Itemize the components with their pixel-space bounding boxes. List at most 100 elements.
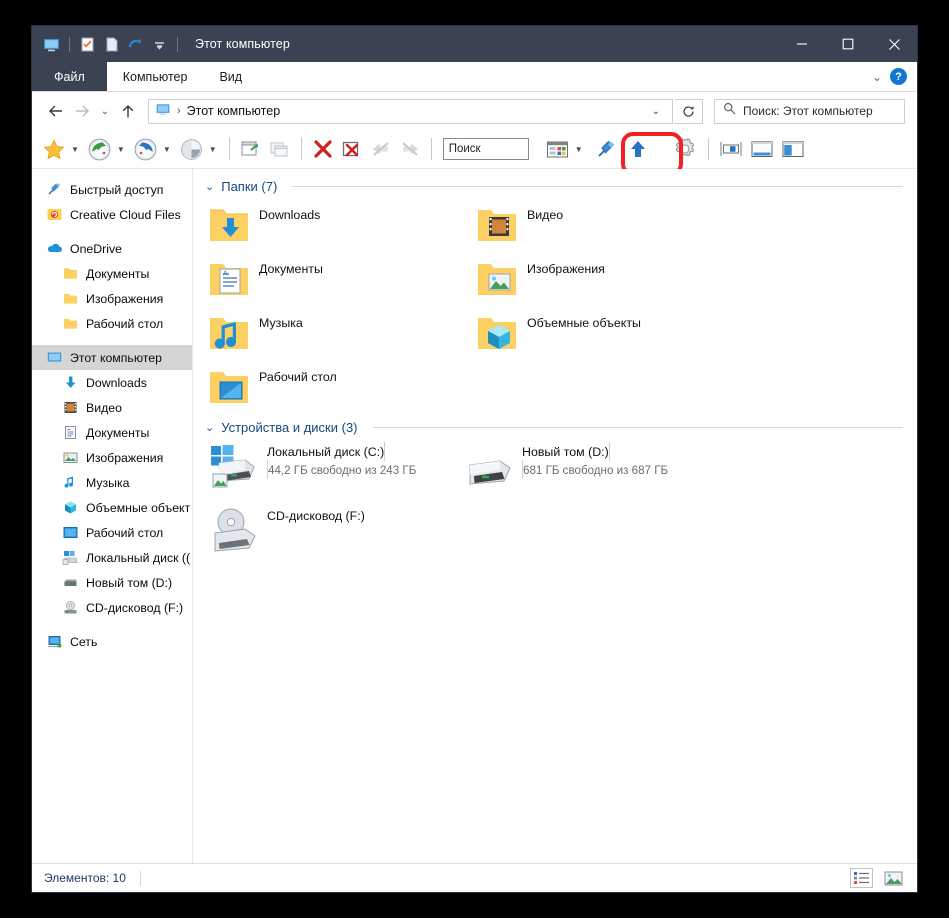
forward-button[interactable] bbox=[131, 134, 160, 164]
group-title: Папки (7) bbox=[221, 179, 278, 194]
delete-button[interactable] bbox=[309, 134, 337, 164]
folder-icon bbox=[62, 315, 79, 332]
forward-dropdown-icon[interactable]: ▼ bbox=[161, 145, 176, 154]
group-header-folders[interactable]: ⌄ Папки (7) bbox=[205, 179, 903, 194]
sidebar-item-onedrive-documents[interactable]: Документы bbox=[32, 261, 192, 286]
settings-gear-button[interactable] bbox=[669, 134, 701, 164]
sidebar-item-new-volume-d[interactable]: Новый том (D:) bbox=[32, 570, 192, 595]
close-icon[interactable] bbox=[871, 26, 917, 62]
up-button[interactable] bbox=[625, 134, 651, 164]
list-item[interactable]: A Документы bbox=[205, 252, 473, 306]
creative-cloud-icon bbox=[46, 206, 63, 223]
ribbon-right-controls: ⌄ ? bbox=[872, 62, 917, 91]
list-item[interactable]: Изображения bbox=[473, 252, 741, 306]
chevron-down-icon[interactable]: ⌄ bbox=[205, 180, 214, 193]
sidebar-item-label: Быстрый доступ bbox=[70, 182, 164, 197]
views-button[interactable] bbox=[543, 134, 572, 164]
back-button[interactable] bbox=[44, 98, 68, 124]
item-label: Видео bbox=[527, 208, 564, 222]
list-item[interactable]: Рабочий стол bbox=[205, 360, 473, 414]
sidebar-item-documents[interactable]: Документы bbox=[32, 420, 192, 445]
sidebar-item-label: Объемные объект bbox=[86, 500, 191, 515]
back-button[interactable] bbox=[85, 134, 114, 164]
toolbar-search-input[interactable]: Поиск bbox=[442, 138, 529, 160]
minimize-icon[interactable] bbox=[779, 26, 825, 62]
status-view-buttons bbox=[850, 868, 905, 888]
drive-icon bbox=[62, 574, 79, 591]
list-item[interactable]: Локальный диск (C:) 44,2 ГБ свободно из … bbox=[205, 441, 460, 505]
sidebar-item-onedrive-desktop[interactable]: Рабочий стол bbox=[32, 311, 192, 336]
item-label: Downloads bbox=[259, 208, 321, 222]
pin-star-icon bbox=[46, 181, 63, 198]
panel-left-button[interactable] bbox=[778, 134, 808, 164]
views-dropdown-icon[interactable]: ▼ bbox=[573, 145, 588, 154]
sidebar-item-cd-drive-f[interactable]: CD-дисковод (F:) bbox=[32, 595, 192, 620]
sidebar-item-music[interactable]: Музыка bbox=[32, 470, 192, 495]
address-field[interactable]: › Этот компьютер ⌄ bbox=[148, 98, 673, 124]
group-divider bbox=[292, 186, 903, 187]
back-dropdown-icon[interactable]: ▼ bbox=[115, 145, 130, 154]
sidebar-item-label: Downloads bbox=[86, 375, 147, 390]
address-bar: ⌄ › Этот компьютер ⌄ Поиск: Этот компьют… bbox=[32, 92, 917, 130]
sidebar-item-creative-cloud[interactable]: Creative Cloud Files bbox=[32, 202, 192, 227]
sidebar-item-quick-access[interactable]: Быстрый доступ bbox=[32, 177, 192, 202]
favorites-button[interactable] bbox=[40, 134, 68, 164]
maximize-icon[interactable] bbox=[825, 26, 871, 62]
list-item[interactable]: Музыка bbox=[205, 306, 473, 360]
item-label: Музыка bbox=[259, 316, 303, 330]
list-item[interactable]: CD-дисковод (F:) bbox=[205, 505, 460, 553]
panel-split-button[interactable] bbox=[716, 134, 746, 164]
help-icon[interactable]: ? bbox=[890, 68, 907, 85]
sidebar-item-network[interactable]: Сеть bbox=[32, 629, 192, 654]
tab-computer[interactable]: Компьютер bbox=[107, 62, 204, 91]
forward-button[interactable] bbox=[70, 98, 94, 124]
customize-qat-icon[interactable] bbox=[150, 35, 169, 54]
navigation-pane: Быстрый доступ Creative Cloud Files OneD… bbox=[32, 169, 193, 863]
toolbar-divider-4 bbox=[707, 138, 709, 160]
delete-selection-button[interactable] bbox=[338, 134, 366, 164]
chevron-down-icon[interactable]: ⌄ bbox=[205, 421, 214, 434]
large-icons-view-icon[interactable] bbox=[882, 868, 905, 888]
search-input[interactable]: Поиск: Этот компьютер bbox=[714, 98, 905, 124]
chevron-down-icon[interactable]: ⌄ bbox=[872, 70, 882, 84]
sidebar-item-label: Рабочий стол bbox=[86, 525, 164, 540]
folders-grid: Downloads Видео A Документы Изображения … bbox=[205, 198, 903, 414]
drive-windows-icon bbox=[62, 549, 79, 566]
tab-file[interactable]: Файл bbox=[32, 62, 107, 91]
tab-view[interactable]: Вид bbox=[203, 62, 258, 91]
pin-button[interactable] bbox=[593, 134, 621, 164]
sidebar-item-downloads[interactable]: Downloads bbox=[32, 370, 192, 395]
list-item[interactable]: Downloads bbox=[205, 198, 473, 252]
drive-name: Локальный диск (C:) bbox=[267, 445, 385, 459]
sidebar-item-this-pc[interactable]: Этот компьютер bbox=[32, 345, 192, 370]
details-view-icon[interactable] bbox=[850, 868, 873, 888]
list-item[interactable]: Видео bbox=[473, 198, 741, 252]
new-window-button[interactable] bbox=[237, 134, 265, 164]
new-folder-icon[interactable] bbox=[102, 35, 121, 54]
sidebar-item-3d-objects[interactable]: Объемные объект bbox=[32, 495, 192, 520]
properties-icon[interactable] bbox=[78, 35, 97, 54]
group-header-devices[interactable]: ⌄ Устройства и диски (3) bbox=[205, 420, 903, 435]
favorites-dropdown-icon[interactable]: ▼ bbox=[69, 145, 84, 154]
duplicate-window-button bbox=[266, 134, 294, 164]
undo-icon[interactable] bbox=[126, 35, 145, 54]
sidebar-item-local-disk-c[interactable]: Локальный диск (( bbox=[32, 545, 192, 570]
video-icon bbox=[62, 399, 79, 416]
sidebar-item-video[interactable]: Видео bbox=[32, 395, 192, 420]
window-controls bbox=[779, 26, 917, 62]
sidebar-item-label: Новый том (D:) bbox=[86, 575, 173, 590]
sidebar-item-desktop[interactable]: Рабочий стол bbox=[32, 520, 192, 545]
sidebar-item-pictures[interactable]: Изображения bbox=[32, 445, 192, 470]
refresh-button[interactable] bbox=[675, 98, 703, 124]
up-button[interactable] bbox=[116, 98, 140, 124]
panel-bottom-button[interactable] bbox=[747, 134, 777, 164]
chevron-down-icon[interactable]: ⌄ bbox=[646, 106, 666, 117]
breadcrumb-current[interactable]: Этот компьютер bbox=[187, 104, 280, 118]
sidebar-item-label: Музыка bbox=[86, 475, 130, 490]
sidebar-item-onedrive[interactable]: OneDrive bbox=[32, 236, 192, 261]
sidebar-item-onedrive-pictures[interactable]: Изображения bbox=[32, 286, 192, 311]
recent-locations-button[interactable]: ⌄ bbox=[96, 98, 114, 124]
list-item[interactable]: Объемные объекты bbox=[473, 306, 741, 360]
list-item[interactable]: Новый том (D:) 681 ГБ свободно из 687 ГБ bbox=[460, 441, 715, 505]
computer-icon[interactable] bbox=[42, 35, 61, 54]
